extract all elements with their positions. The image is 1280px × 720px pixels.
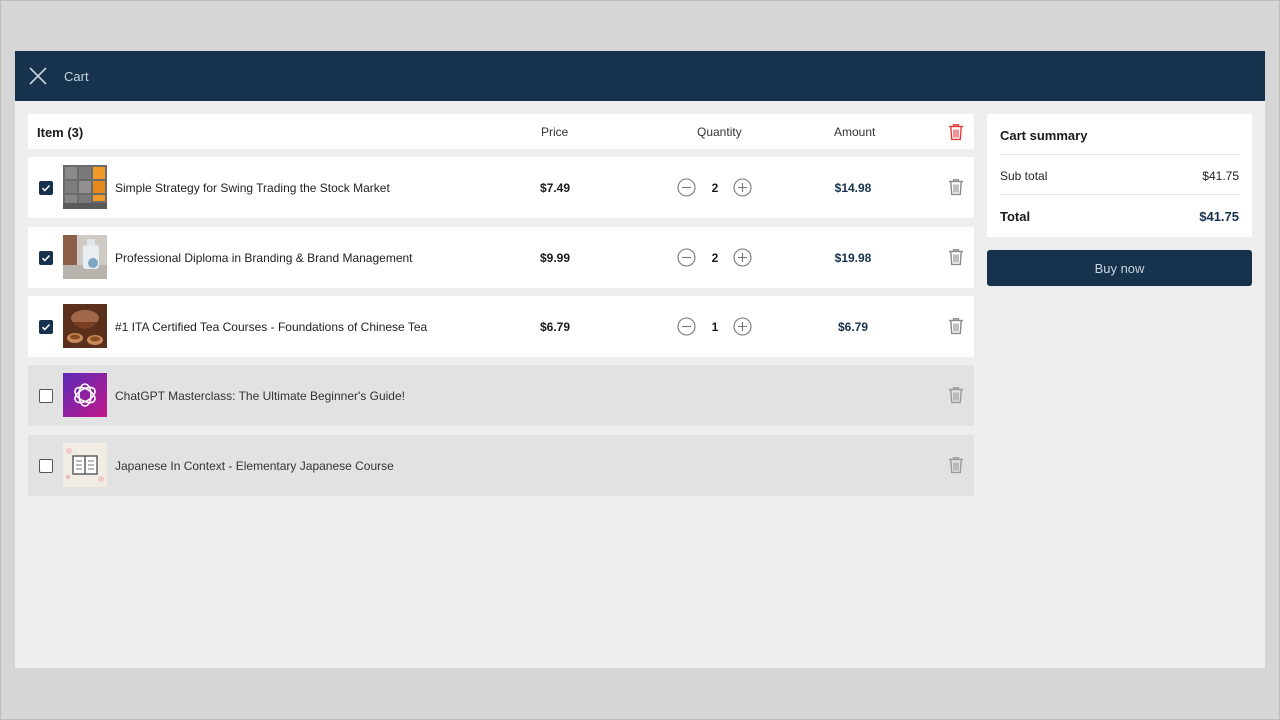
- item-price: $6.79: [540, 320, 571, 334]
- item-checkbox[interactable]: [39, 251, 53, 265]
- cart-window: Cart Item (3) Price Quantity Amount Simp…: [15, 51, 1265, 668]
- plus-circle-icon: [733, 317, 752, 336]
- item-title[interactable]: Simple Strategy for Swing Trading the St…: [115, 181, 390, 195]
- trash-icon: [949, 124, 963, 141]
- branding-thumb: [63, 235, 107, 279]
- close-button[interactable]: [27, 65, 49, 87]
- delete-item-button[interactable]: [948, 178, 964, 201]
- item-title[interactable]: ChatGPT Masterclass: The Ultimate Beginn…: [115, 389, 405, 403]
- plus-circle-icon: [733, 178, 752, 197]
- summary-title: Cart summary: [1000, 128, 1088, 143]
- cart-item-row: Professional Diploma in Branding & Brand…: [28, 227, 974, 288]
- checkmark-icon: [41, 323, 51, 331]
- table-header: Item (3) Price Quantity Amount: [28, 114, 974, 149]
- delete-all-button[interactable]: [948, 123, 964, 144]
- item-price: $9.99: [540, 251, 571, 265]
- item-amount: $19.98: [834, 251, 872, 265]
- item-count-header: Item (3): [37, 125, 84, 140]
- cart-summary: Cart summary Sub total $41.75 Total $41.…: [987, 114, 1252, 237]
- delete-item-button[interactable]: [948, 248, 964, 271]
- delete-item-button[interactable]: [948, 317, 964, 340]
- cart-header: Cart: [15, 51, 1265, 101]
- delete-item-button[interactable]: [948, 386, 964, 409]
- amount-header: Amount: [834, 125, 876, 139]
- quantity-header: Quantity: [697, 125, 742, 139]
- quantity-decrease-button[interactable]: [677, 317, 696, 341]
- item-title[interactable]: #1 ITA Certified Tea Courses - Foundatio…: [115, 320, 427, 334]
- cart-content: Item (3) Price Quantity Amount Simple St…: [28, 114, 1252, 668]
- quantity-decrease-button[interactable]: [677, 248, 696, 272]
- quantity-decrease-button[interactable]: [677, 178, 696, 202]
- tea-thumb: [63, 304, 107, 348]
- japanese-thumb: [63, 443, 107, 487]
- item-price: $7.49: [540, 181, 571, 195]
- trash-icon: [949, 457, 963, 474]
- page-title: Cart: [64, 68, 89, 84]
- minus-circle-icon: [677, 248, 696, 267]
- price-header: Price: [541, 125, 569, 139]
- quantity-increase-button[interactable]: [733, 178, 752, 202]
- minus-circle-icon: [677, 178, 696, 197]
- trash-icon: [949, 249, 963, 266]
- item-title[interactable]: Professional Diploma in Branding & Brand…: [115, 251, 413, 265]
- trash-icon: [949, 318, 963, 335]
- cart-item-row: #1 ITA Certified Tea Courses - Foundatio…: [28, 296, 974, 357]
- plus-circle-icon: [733, 248, 752, 267]
- items-panel: Item (3) Price Quantity Amount Simple St…: [28, 114, 974, 496]
- item-checkbox[interactable]: [39, 320, 53, 334]
- stock-thumb: [63, 165, 107, 209]
- item-checkbox[interactable]: [39, 181, 53, 195]
- item-amount: $6.79: [837, 320, 869, 334]
- divider: [1000, 194, 1239, 195]
- total-value: $41.75: [1199, 209, 1239, 224]
- buy-now-button[interactable]: Buy now: [987, 250, 1252, 286]
- quantity-value: 1: [711, 320, 719, 334]
- chatgpt-thumb: [63, 373, 107, 417]
- quantity-increase-button[interactable]: [733, 317, 752, 341]
- quantity-value: 2: [711, 251, 719, 265]
- subtotal-label: Sub total: [1000, 169, 1048, 183]
- checkmark-icon: [41, 254, 51, 262]
- trash-icon: [949, 387, 963, 404]
- cart-item-row: Simple Strategy for Swing Trading the St…: [28, 157, 974, 218]
- subtotal-value: $41.75: [1202, 169, 1239, 183]
- trash-icon: [949, 179, 963, 196]
- item-amount: $14.98: [834, 181, 872, 195]
- item-title[interactable]: Japanese In Context - Elementary Japanes…: [115, 459, 394, 473]
- item-checkbox[interactable]: [39, 389, 53, 403]
- quantity-increase-button[interactable]: [733, 248, 752, 272]
- cart-item-row: ChatGPT Masterclass: The Ultimate Beginn…: [28, 365, 974, 426]
- delete-item-button[interactable]: [948, 456, 964, 479]
- total-label: Total: [1000, 209, 1031, 224]
- item-checkbox[interactable]: [39, 459, 53, 473]
- minus-circle-icon: [677, 317, 696, 336]
- divider: [1000, 154, 1239, 155]
- quantity-value: 2: [711, 181, 719, 195]
- close-icon: [29, 67, 47, 85]
- checkmark-icon: [41, 184, 51, 192]
- cart-item-row: Japanese In Context - Elementary Japanes…: [28, 435, 974, 496]
